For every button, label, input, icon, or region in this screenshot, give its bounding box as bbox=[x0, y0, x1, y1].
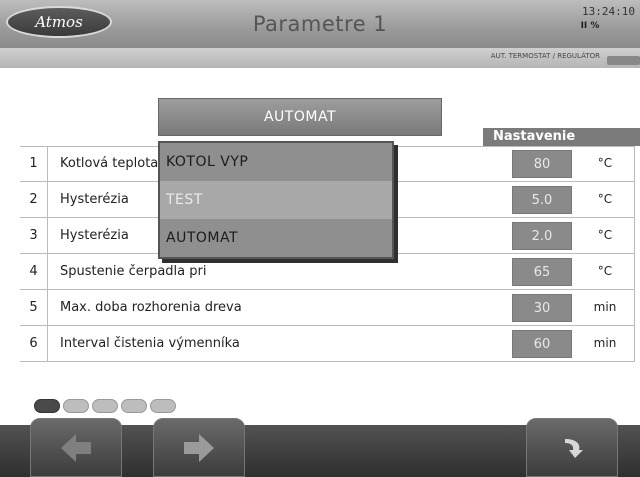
page-title: Parametre 1 bbox=[252, 12, 388, 36]
row-label: Max. doba rozhorenia dreva bbox=[60, 300, 242, 315]
page-dot[interactable] bbox=[34, 399, 60, 413]
row-label: Hysterézia bbox=[60, 192, 129, 207]
clock: 13:24:10 bbox=[582, 5, 635, 18]
column-header-setting: Nastavenie bbox=[483, 128, 640, 146]
page-dot[interactable] bbox=[150, 399, 176, 413]
row-value-field[interactable]: 80 bbox=[512, 150, 572, 178]
row-number: 6 bbox=[20, 326, 48, 361]
menu-tab-handle[interactable] bbox=[607, 56, 640, 65]
row-value-field[interactable]: 65 bbox=[512, 258, 572, 286]
row-unit: °C bbox=[597, 228, 613, 242]
table-row: 6 Interval čistenia výmenníka 60 min bbox=[20, 326, 635, 362]
page-dot[interactable] bbox=[63, 399, 89, 413]
row-label: Interval čistenia výmenníka bbox=[60, 336, 240, 351]
row-number: 2 bbox=[20, 182, 48, 217]
page-dot[interactable] bbox=[92, 399, 118, 413]
row-number: 5 bbox=[20, 290, 48, 325]
row-value-field[interactable]: 30 bbox=[512, 294, 572, 322]
row-number: 4 bbox=[20, 254, 48, 289]
row-unit: min bbox=[593, 300, 617, 314]
header-bar: Atmos Parametre 1 13:24:10 II % bbox=[0, 0, 640, 48]
previous-button[interactable] bbox=[30, 418, 122, 477]
back-button[interactable] bbox=[526, 418, 618, 477]
mode-status-text: AUT. TERMOSTAT / REGULÁTOR bbox=[490, 52, 600, 60]
row-label: Spustenie čerpadla pri bbox=[60, 264, 207, 279]
table-row: 4 Spustenie čerpadla pri 65 °C bbox=[20, 254, 635, 290]
row-label: Kotlová teplota bbox=[60, 156, 159, 171]
row-unit: °C bbox=[597, 264, 613, 278]
row-value-field[interactable]: 60 bbox=[512, 330, 572, 358]
row-unit: °C bbox=[597, 192, 613, 206]
return-icon bbox=[565, 438, 583, 458]
mode-dropdown-menu: KOTOL VYP TEST AUTOMAT bbox=[158, 141, 394, 259]
dropdown-option-kotol-vyp[interactable]: KOTOL VYP bbox=[160, 143, 392, 181]
row-value-field[interactable]: 5.0 bbox=[512, 186, 572, 214]
next-button[interactable] bbox=[153, 418, 245, 477]
row-number: 3 bbox=[20, 218, 48, 253]
row-unit: min bbox=[593, 336, 617, 350]
row-unit: °C bbox=[597, 156, 613, 170]
row-value-field[interactable]: 2.0 bbox=[512, 222, 572, 250]
sub-status-bar: AUT. TERMOSTAT / REGULÁTOR bbox=[0, 48, 640, 68]
parameters-screen: Atmos Parametre 1 13:24:10 II % AUT. TER… bbox=[0, 0, 640, 477]
dropdown-option-test[interactable]: TEST bbox=[160, 181, 392, 219]
mode-select-button[interactable]: AUTOMAT bbox=[158, 98, 442, 136]
arrow-left-icon bbox=[61, 433, 91, 462]
row-number: 1 bbox=[20, 146, 48, 181]
row-label: Hysterézia bbox=[60, 228, 129, 243]
page-dot[interactable] bbox=[121, 399, 147, 413]
arrow-right-icon bbox=[184, 433, 214, 462]
dropdown-option-automat[interactable]: AUTOMAT bbox=[160, 219, 392, 257]
status-indicator: II % bbox=[580, 21, 600, 31]
table-row: 5 Max. doba rozhorenia dreva 30 min bbox=[20, 290, 635, 326]
